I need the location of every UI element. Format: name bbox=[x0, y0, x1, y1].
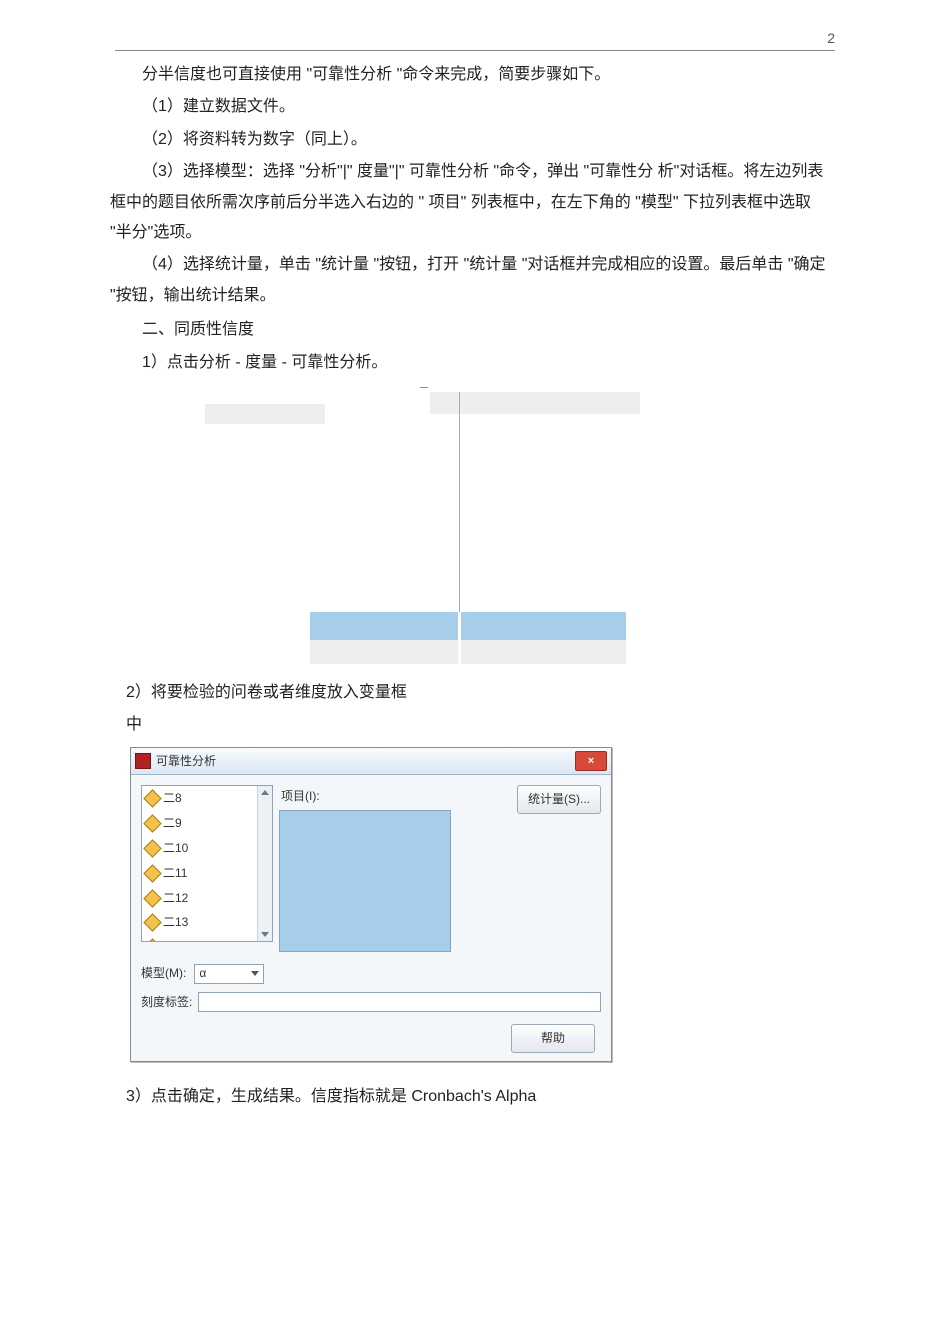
variable-label: 二11 bbox=[163, 862, 187, 885]
list-item: （2）将资料转为数字（同上）。 bbox=[110, 125, 835, 155]
dialog-titlebar: 可靠性分析 × bbox=[131, 748, 611, 776]
paragraph: 分半信度也可直接使用 "可靠性分析 "命令来完成，简要步骤如下。 bbox=[110, 60, 835, 90]
figure-stub bbox=[205, 404, 325, 424]
items-label: 项目(I): bbox=[281, 785, 515, 808]
model-value: α bbox=[199, 962, 206, 985]
scale-icon bbox=[143, 790, 161, 808]
list-item[interactable]: 二14 bbox=[142, 935, 272, 942]
variable-label: 二9 bbox=[163, 812, 182, 835]
help-button[interactable]: 帮助 bbox=[511, 1024, 595, 1053]
model-select[interactable]: α bbox=[194, 964, 264, 984]
scale-icon bbox=[143, 914, 161, 932]
step-text: 3）点击确定，生成结果。信度指标就是 Cronbach's Alpha bbox=[126, 1082, 835, 1112]
scrollbar[interactable] bbox=[257, 786, 272, 941]
section-heading: 二、同质性信度 bbox=[110, 315, 835, 345]
scale-icon bbox=[143, 889, 161, 907]
scale-label-text: 刻度标签: bbox=[141, 991, 192, 1014]
close-button[interactable]: × bbox=[575, 751, 607, 771]
list-item: （1）建立数据文件。 bbox=[110, 92, 835, 122]
side-buttons: 统计量(S)... bbox=[521, 785, 601, 814]
variable-label: 二12 bbox=[163, 887, 188, 910]
dialog-title-text: 可靠性分析 bbox=[156, 750, 216, 773]
figure-row bbox=[310, 640, 626, 664]
dialog-top-row: 二8 二9 二10 二11 二12 二13 二14 二15 二16 bbox=[141, 785, 601, 952]
scale-icon bbox=[143, 864, 161, 882]
model-row: 模型(M): α bbox=[141, 962, 601, 985]
step-text: 中 bbox=[126, 710, 835, 740]
scroll-down-icon[interactable] bbox=[261, 932, 269, 937]
dialog-footer: 帮助 bbox=[141, 1024, 601, 1053]
list-item: （3）选择模型：选择 "分析"|" 度量"|" 可靠性分析 "命令，弹出 "可靠… bbox=[110, 157, 835, 248]
list-item[interactable]: 二11 bbox=[142, 861, 272, 886]
dialog-body: 二8 二9 二10 二11 二12 二13 二14 二15 二16 bbox=[131, 775, 611, 1060]
figure-gap bbox=[458, 612, 461, 664]
figure-line bbox=[420, 387, 428, 388]
variable-label: 二14 bbox=[163, 936, 188, 942]
scale-icon bbox=[143, 839, 161, 857]
document-page: 2 分半信度也可直接使用 "可靠性分析 "命令来完成，简要步骤如下。 （1）建立… bbox=[0, 0, 945, 1338]
items-box[interactable] bbox=[279, 810, 451, 952]
scroll-up-icon[interactable] bbox=[261, 790, 269, 795]
statistics-button[interactable]: 统计量(S)... bbox=[517, 785, 601, 814]
page-number: 2 bbox=[115, 30, 835, 51]
dialog-title-left: 可靠性分析 bbox=[135, 750, 216, 773]
variable-label: 二10 bbox=[163, 837, 188, 860]
scale-label-row: 刻度标签: bbox=[141, 991, 601, 1014]
step-text: 1）点击分析 - 度量 - 可靠性分析。 bbox=[110, 348, 835, 378]
scale-label-input[interactable] bbox=[198, 992, 601, 1012]
variable-label: 二13 bbox=[163, 911, 188, 934]
body-text: 分半信度也可直接使用 "可靠性分析 "命令来完成，简要步骤如下。 （1）建立数据… bbox=[110, 60, 835, 1112]
figure-row-selected bbox=[310, 612, 626, 640]
list-item: （4）选择统计量，单击 "统计量 "按钮，打开 "统计量 "对话框并完成相应的设… bbox=[110, 250, 835, 311]
figure-stub bbox=[430, 392, 640, 414]
list-item[interactable]: 二8 bbox=[142, 786, 272, 811]
model-label: 模型(M): bbox=[141, 962, 186, 985]
scale-icon bbox=[143, 938, 161, 942]
variable-label: 二8 bbox=[163, 787, 182, 810]
list-item[interactable]: 二10 bbox=[142, 836, 272, 861]
variable-list[interactable]: 二8 二9 二10 二11 二12 二13 二14 二15 二16 bbox=[141, 785, 273, 942]
chevron-down-icon bbox=[251, 971, 259, 976]
step-text: 2）将要检验的问卷或者维度放入变量框 bbox=[126, 678, 835, 708]
reliability-dialog: 可靠性分析 × 二8 二9 二10 二11 二12 二13 二14 二15 二1… bbox=[130, 747, 612, 1062]
items-column: 项目(I): bbox=[279, 785, 515, 952]
list-item[interactable]: 二13 bbox=[142, 910, 272, 935]
list-item[interactable]: 二9 bbox=[142, 811, 272, 836]
scale-icon bbox=[143, 814, 161, 832]
app-icon bbox=[135, 753, 151, 769]
list-item[interactable]: 二12 bbox=[142, 886, 272, 911]
figure-placeholder bbox=[210, 384, 660, 664]
